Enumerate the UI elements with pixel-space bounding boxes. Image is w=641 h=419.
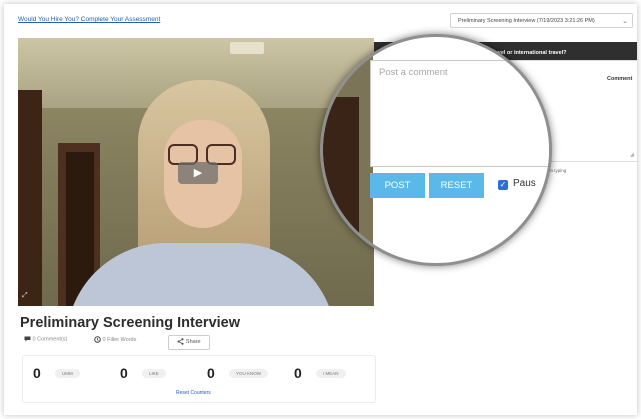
assessment-link[interactable]: Would You Hire You? Complete Your Assess…	[18, 16, 160, 23]
play-button[interactable]: ▶	[178, 162, 218, 184]
counter-like[interactable]: 0 LIKE	[120, 365, 166, 383]
counter-value: 0	[33, 365, 41, 381]
filler-counters: 0 UMM 0 LIKE 0 YOU KNOW 0 I MEAN Reset Count…	[22, 355, 376, 403]
textarea-resize-handle[interactable]: ◢	[630, 152, 634, 158]
share-label: Share	[185, 339, 201, 345]
video-light-fixture	[230, 42, 264, 54]
comment-icon	[24, 336, 31, 342]
filter-words-icon	[94, 336, 101, 343]
interview-title: Preliminary Screening Interview	[20, 315, 241, 331]
magnifier-callout: Post a comment POST RESET ✓ Paus	[320, 34, 552, 266]
session-select-value: Preliminary Screening Interview (7/19/20…	[458, 18, 595, 24]
video-door-left	[18, 90, 42, 306]
session-select[interactable]: Preliminary Screening Interview (7/19/20…	[450, 13, 633, 28]
share-icon	[177, 338, 184, 345]
comments-count-label: 0 Comment(s)	[32, 336, 68, 343]
reset-counters-link[interactable]: Reset Counters	[176, 390, 211, 396]
comment-placeholder: Post a comment	[379, 67, 448, 78]
comments-count[interactable]: 0 Comment(s)	[24, 336, 67, 342]
counter-value: 0	[294, 365, 302, 381]
pause-checkbox[interactable]: ✓	[498, 180, 508, 190]
comment-input[interactable]: Post a comment	[370, 60, 549, 167]
counter-label: LIKE	[142, 369, 166, 379]
magnified-door	[323, 97, 359, 263]
counter-label: YOU KNOW	[229, 369, 269, 379]
counter-label: I MEAN	[316, 369, 346, 379]
play-icon: ▶	[193, 167, 203, 179]
counter-value: 0	[120, 365, 128, 381]
app-frame: Would You Hire You? Complete Your Assess…	[4, 4, 637, 415]
share-button[interactable]: Share	[168, 335, 210, 350]
comment-column-label: Comment	[607, 76, 633, 82]
counter-label: UMM	[55, 369, 80, 379]
expand-icon[interactable]: ⤢	[22, 292, 28, 300]
counter-you-know[interactable]: 0 YOU KNOW	[207, 365, 269, 383]
counter-value: 0	[207, 365, 215, 381]
filler-words-label: 0 Filler Words	[102, 336, 137, 343]
pause-label: Paus	[513, 178, 536, 189]
counter-umm[interactable]: 0 UMM	[33, 365, 80, 383]
counter-i-mean[interactable]: 0 I MEAN	[294, 365, 346, 383]
chevron-down-icon: ⌄	[622, 18, 628, 25]
post-button[interactable]: POST	[370, 173, 425, 198]
reset-button[interactable]: RESET	[429, 173, 484, 198]
video-player[interactable]: ▶ ⤢	[18, 38, 374, 306]
filler-words[interactable]: 0 Filler Words	[94, 336, 136, 343]
